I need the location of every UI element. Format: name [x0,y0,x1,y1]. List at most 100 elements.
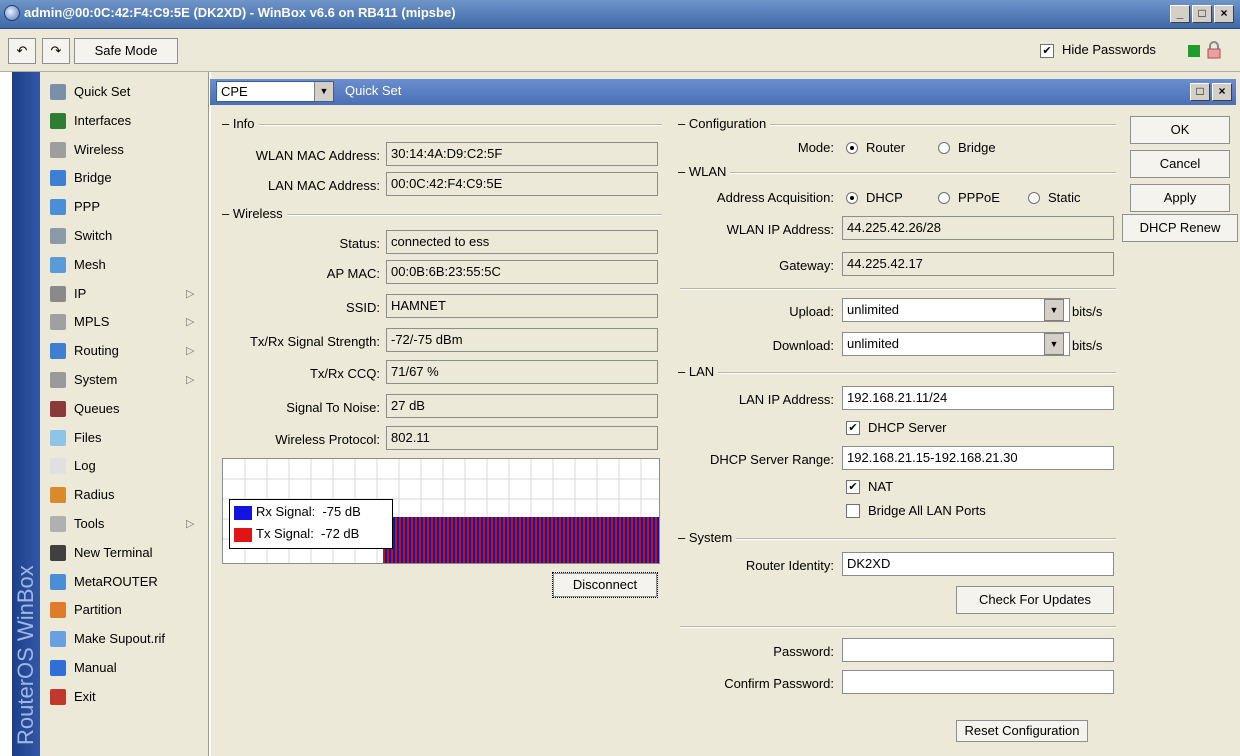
password-label: Password: [773,644,834,659]
download-field[interactable]: unlimited [842,332,1070,356]
hide-passwords-checkbox[interactable]: ✔ [1040,44,1054,58]
upload-field[interactable]: unlimited [842,298,1070,322]
winbox-logo-icon [4,5,20,21]
chevron-down-icon[interactable]: ▼ [314,82,333,101]
submenu-arrow-icon: ▷ [186,518,195,530]
lan-ip-label: LAN IP Address: [738,392,834,407]
info-section-line [224,124,662,126]
download-unit: bits/s [1072,338,1103,353]
upload-dropdown-icon[interactable]: ▼ [1044,299,1064,321]
sidebar-item-label: Partition [74,602,122,618]
sidebar-item-label: MPLS [74,314,110,330]
sidebar-item-label: Interfaces [74,112,132,128]
window-title-bar[interactable]: admin@00:0C:42:F4:C9:5E (DK2XD) - WinBox… [0,0,1240,29]
sidebar-item-label: Files [74,429,102,445]
cancel-button[interactable]: Cancel [1130,150,1230,178]
sidebar-item-make-supout-rif[interactable]: Make Supout.rif [46,625,206,653]
maximize-button[interactable]: □ [1192,5,1212,23]
quickset-title-bar[interactable]: CPE ▼ Quick Set □ × [210,79,1236,105]
metarouter-icon [50,573,66,590]
sidebar-item-ppp[interactable]: PPP [46,193,206,221]
sidebar-item-queues[interactable]: Queues [46,395,206,423]
sidebar-item-metarouter[interactable]: MetaROUTER [46,568,206,596]
quickset-maximize-button[interactable]: □ [1190,83,1210,101]
router-identity-label: Router Identity: [745,558,834,573]
reset-configuration-button[interactable]: Reset Configuration [956,720,1088,742]
sidebar-item-ip[interactable]: IP ▷ [46,280,206,308]
sidebar-item-bridge[interactable]: Bridge [46,164,206,192]
sidebar-item-partition[interactable]: Partition [46,596,206,624]
sidebar-item-label: Queues [74,400,120,416]
wlan-section-title: – WLAN [678,164,731,179]
lan-ip-field[interactable]: 192.168.21.11/24 [842,386,1114,410]
wlan-mac-label: WLAN MAC Address: [255,148,380,163]
download-dropdown-icon[interactable]: ▼ [1044,333,1064,355]
mode-bridge-radio[interactable] [938,142,950,154]
dhcp-range-label: DHCP Server Range: [709,452,834,467]
sidebar-item-log[interactable]: Log [46,452,206,480]
undo-button[interactable]: ↶ [8,38,36,64]
protocol-label: Wireless Protocol: [275,432,380,447]
sidebar-item-label: MetaROUTER [74,573,158,589]
mode-router-radio[interactable] [846,142,858,154]
manual-icon [50,660,66,676]
sidebar-item-mpls[interactable]: MPLS ▷ [46,308,206,336]
confirm-password-field[interactable] [842,670,1114,694]
router-identity-field[interactable]: DK2XD [842,552,1114,576]
ppp-icon [50,199,66,216]
check-for-updates-button[interactable]: Check For Updates [956,586,1114,614]
ok-button[interactable]: OK [1130,116,1230,144]
close-button[interactable]: × [1214,5,1234,23]
bridge-all-ports-checkbox[interactable] [846,504,860,518]
quickset-title: Quick Set [345,83,402,98]
acq-pppoe-label: PPPoE [958,190,1000,205]
dhcp-server-checkbox[interactable]: ✔ [846,421,860,435]
redo-button[interactable]: ↷ [42,38,70,64]
hide-passwords-label: Hide Passwords [1062,42,1156,57]
password-field[interactable] [842,638,1114,662]
sidebar-item-tools[interactable]: Tools ▷ [46,510,206,538]
disconnect-button[interactable]: Disconnect [552,572,658,598]
window-title: admin@00:0C:42:F4:C9:5E (DK2XD) - WinBox… [24,5,456,20]
sidebar-item-manual[interactable]: Manual [46,654,206,682]
acq-pppoe-radio[interactable] [938,192,950,204]
sidebar-item-system[interactable]: System ▷ [46,366,206,394]
rx-legend-swatch [234,506,252,520]
nat-checkbox[interactable]: ✔ [846,480,860,494]
minimize-button[interactable]: _ [1170,5,1190,23]
gateway-field: 44.225.42.17 [842,252,1114,276]
mode-select[interactable]: CPE ▼ [216,81,334,102]
apply-button[interactable]: Apply [1130,184,1230,212]
sidebar-item-quick-set[interactable]: Quick Set [46,78,206,106]
wireless-section-line [224,214,662,216]
sidebar-item-files[interactable]: Files [46,424,206,452]
mode-router-label: Router [866,140,906,155]
acq-dhcp-radio[interactable] [846,192,858,204]
wlan-mac-field: 30:14:4A:D9:C2:5F [386,142,658,166]
routing-icon [50,343,66,360]
sidebar-item-interfaces[interactable]: Interfaces [46,107,206,135]
snr-field: 27 dB [386,394,658,418]
sidebar-item-label: Quick Set [74,84,131,99]
acq-static-radio[interactable] [1028,192,1040,204]
sidebar-item-exit[interactable]: Exit [46,683,206,711]
info-section-title: – Info [222,116,259,131]
quickset-close-button[interactable]: × [1212,83,1232,101]
brand-text: RouterOS WinBox [13,565,38,745]
sidebar-item-radius[interactable]: Radius [46,481,206,509]
sidebar-item-mesh[interactable]: Mesh [46,251,206,279]
tools-icon [50,516,66,532]
sidebar-item-new-terminal[interactable]: New Terminal [46,539,206,567]
sidebar-item-wireless[interactable]: Wireless [46,136,206,164]
sidebar-item-label: New Terminal [74,544,153,560]
dhcp-range-field[interactable]: 192.168.21.15-192.168.21.30 [842,446,1114,470]
toolbar: ↶ ↷ Safe Mode ✔ Hide Passwords [0,29,1240,72]
status-indicator-icon [1188,45,1200,57]
signal-strength-field: -72/-75 dBm [386,328,658,352]
sidebar-item-routing[interactable]: Routing ▷ [46,337,206,365]
dhcp-renew-button[interactable]: DHCP Renew [1122,214,1238,242]
mode-select-value: CPE [221,84,248,99]
sidebar-item-label: IP [74,285,87,301]
safe-mode-button[interactable]: Safe Mode [74,38,178,64]
sidebar-item-switch[interactable]: Switch [46,222,206,250]
